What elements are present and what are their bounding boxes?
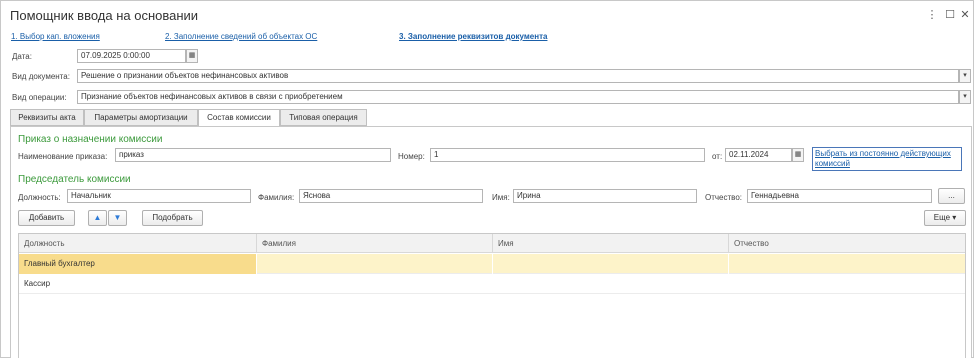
- patronymic-label: Отчество:: [705, 193, 742, 202]
- table-row[interactable]: Кассир: [19, 274, 965, 294]
- order-date-field[interactable]: 02.11.2024: [725, 148, 792, 162]
- column-header-position[interactable]: Должность: [19, 234, 257, 253]
- dropdown-arrow-icon[interactable]: ▾: [959, 90, 971, 104]
- tab-commission[interactable]: Состав комиссии: [198, 109, 280, 127]
- tab-act-details[interactable]: Реквизиты акта: [10, 109, 84, 126]
- surname-label: Фамилия:: [258, 193, 295, 202]
- table-cell[interactable]: [493, 274, 729, 294]
- arrow-down-icon: ▼: [113, 213, 122, 222]
- move-down-button[interactable]: ▼: [108, 210, 127, 226]
- dropdown-arrow-icon[interactable]: ▾: [959, 69, 971, 83]
- choose-commission-link[interactable]: Выбрать из постоянно действующих комисси…: [812, 147, 962, 171]
- menu-icon[interactable]: ⋮: [926, 8, 938, 22]
- column-header-name[interactable]: Имя: [493, 234, 729, 253]
- step-2-link[interactable]: 2. Заполнение сведений об объектах ОС: [165, 32, 317, 41]
- column-header-surname[interactable]: Фамилия: [257, 234, 493, 253]
- name-field[interactable]: Ирина: [513, 189, 697, 203]
- order-number-label: Номер:: [398, 152, 425, 161]
- order-number-field[interactable]: 1: [430, 148, 705, 162]
- step-3-link[interactable]: 3. Заполнение реквизитов документа: [399, 32, 547, 41]
- table-cell[interactable]: [729, 274, 966, 294]
- tab-depreciation[interactable]: Параметры амортизации: [84, 109, 198, 126]
- table-cell[interactable]: [729, 254, 966, 274]
- op-type-label: Вид операции:: [12, 93, 67, 102]
- chairman-section-title: Председатель комиссии: [18, 174, 131, 185]
- assistant-window: Помощник ввода на основании ⋮ ☐ ✕ 1. Выб…: [0, 0, 974, 358]
- close-icon[interactable]: ✕: [959, 8, 971, 22]
- order-name-field[interactable]: приказ: [115, 148, 391, 162]
- name-label: Имя:: [492, 193, 510, 202]
- table-cell[interactable]: Кассир: [19, 274, 257, 294]
- order-from-label: от:: [712, 152, 723, 161]
- more-actions-label: Еще: [933, 213, 951, 222]
- table-header: Должность Фамилия Имя Отчество: [19, 234, 965, 253]
- column-header-patronymic[interactable]: Отчество: [729, 234, 966, 253]
- pick-button[interactable]: Подобрать: [142, 210, 203, 226]
- add-button[interactable]: Добавить: [18, 210, 75, 226]
- table-cell[interactable]: [257, 254, 493, 274]
- order-section-title: Приказ о назначении комиссии: [18, 134, 163, 145]
- date-field[interactable]: 07.09.2025 0:00:00: [77, 49, 186, 63]
- position-field[interactable]: Начальник: [67, 189, 251, 203]
- tab-typical-operation[interactable]: Типовая операция: [280, 109, 367, 126]
- window-title: Помощник ввода на основании: [10, 8, 199, 23]
- table-row[interactable]: Главный бухгалтер: [19, 254, 965, 274]
- step-1-link[interactable]: 1. Выбор кап. вложения: [11, 32, 100, 41]
- table-cell[interactable]: [493, 254, 729, 274]
- more-button[interactable]: ...: [938, 188, 965, 204]
- maximize-icon[interactable]: ☐: [944, 8, 956, 22]
- move-up-button[interactable]: ▲: [88, 210, 107, 226]
- chevron-down-icon: ▾: [952, 213, 957, 222]
- commission-table: Должность Фамилия Имя Отчество Главный б…: [18, 233, 966, 358]
- patronymic-field[interactable]: Геннадьевна: [747, 189, 932, 203]
- table-cell[interactable]: Главный бухгалтер: [19, 254, 257, 274]
- arrow-up-icon: ▲: [93, 213, 102, 222]
- position-label: Должность:: [18, 193, 61, 202]
- order-name-label: Наименование приказа:: [18, 152, 108, 161]
- surname-field[interactable]: Яснова: [299, 189, 483, 203]
- doc-type-label: Вид документа:: [12, 72, 70, 81]
- doc-type-field[interactable]: Решение о признании объектов нефинансовы…: [77, 69, 959, 83]
- table-cell[interactable]: [257, 274, 493, 294]
- more-actions-button[interactable]: Еще ▾: [924, 210, 966, 226]
- calendar-icon[interactable]: ▦: [792, 148, 804, 162]
- date-label: Дата:: [12, 52, 32, 61]
- op-type-field[interactable]: Признание объектов нефинансовых активов …: [77, 90, 959, 104]
- calendar-icon[interactable]: ▦: [186, 49, 198, 63]
